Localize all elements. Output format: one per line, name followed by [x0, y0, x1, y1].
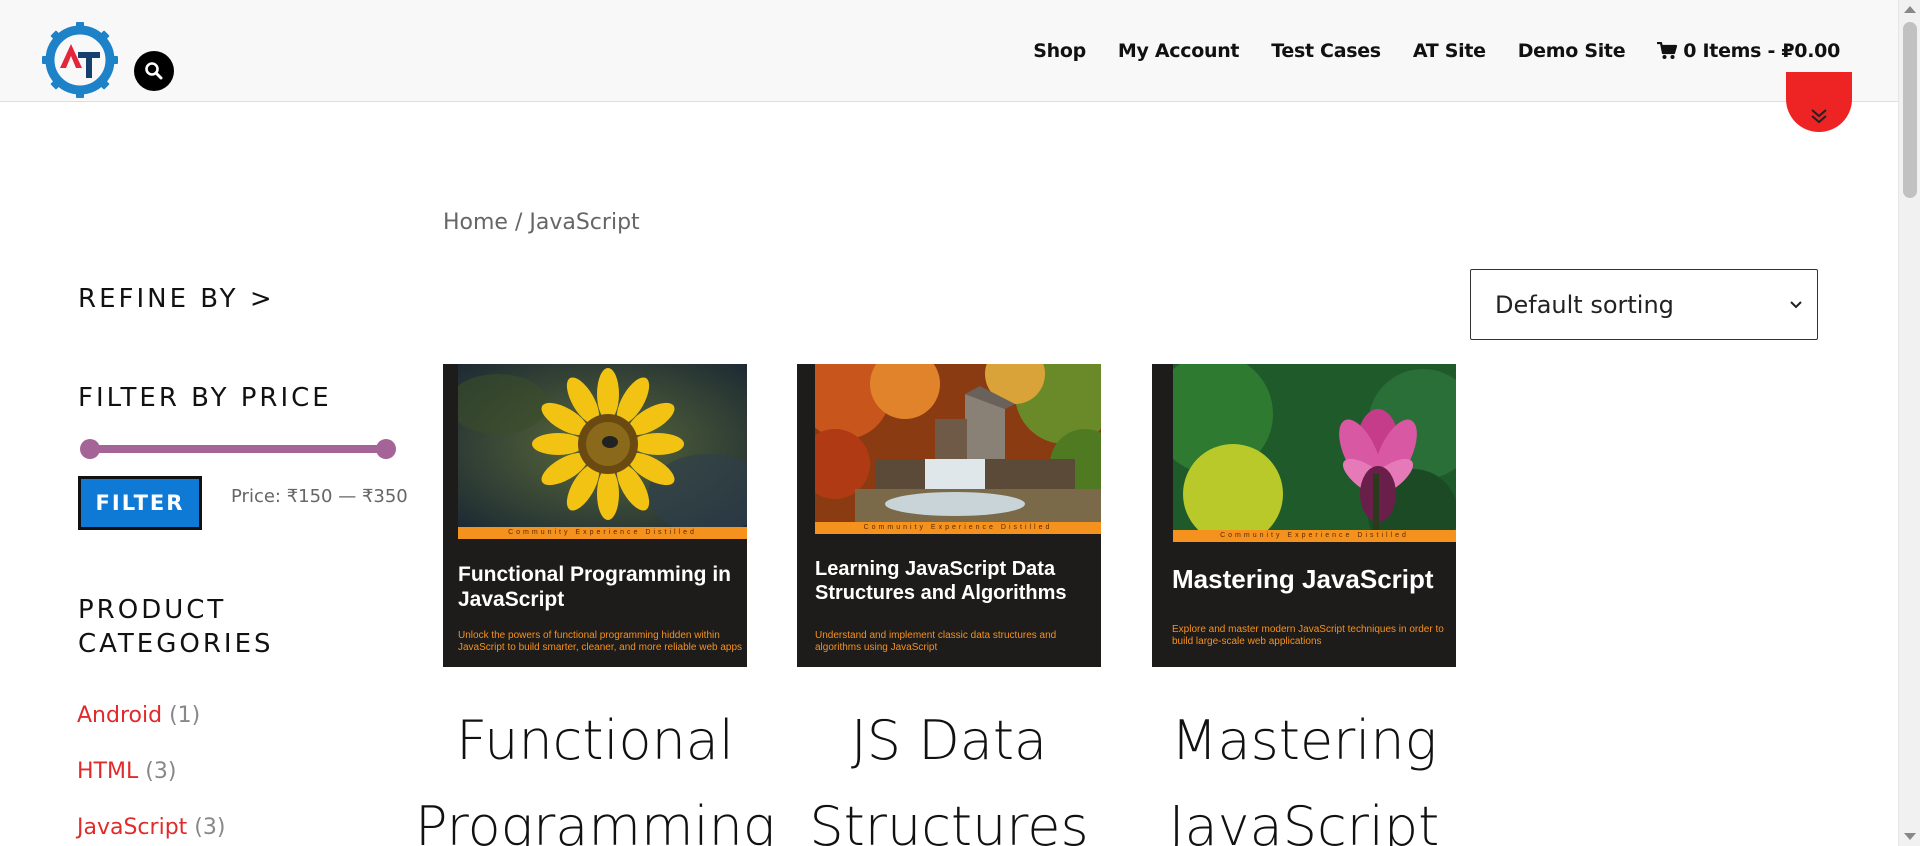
double-chevron-down-icon	[1811, 109, 1827, 124]
price-range-slider[interactable]	[80, 439, 396, 459]
product-title-line: JavaScript	[1168, 795, 1440, 846]
category-link[interactable]: Android	[77, 703, 162, 728]
product-title-line: Structures	[809, 795, 1089, 846]
sorting-selected-value: Default sorting	[1495, 290, 1674, 319]
nav-test-cases[interactable]: Test Cases	[1271, 40, 1381, 62]
filter-button[interactable]: FILTER	[78, 476, 202, 530]
breadcrumb: Home / JavaScript	[443, 210, 640, 235]
site-logo[interactable]	[42, 22, 118, 98]
waterfall-mill-image	[815, 364, 1101, 522]
price-slider-min-handle[interactable]	[80, 439, 100, 459]
product-title-js-data-structures[interactable]: JS Data Structures	[769, 698, 1129, 846]
lotus-image	[1173, 364, 1456, 530]
refine-by-heading[interactable]: REFINE BY >	[78, 284, 275, 314]
sorting-select[interactable]: Default sorting	[1470, 269, 1818, 340]
product-title-line: Programming	[415, 795, 776, 846]
category-link[interactable]: HTML	[77, 759, 138, 784]
category-item-html: HTML (3)	[77, 759, 176, 784]
logo-gear-icon	[42, 22, 118, 98]
page-scrollbar[interactable]	[1898, 0, 1920, 846]
cover-subtitle: Unlock the powers of functional programm…	[458, 630, 743, 653]
product-title-line: Mastering	[1170, 709, 1438, 772]
site-header: Shop My Account Test Cases AT Site Demo …	[0, 0, 1898, 102]
nav-demo-site[interactable]: Demo Site	[1518, 40, 1626, 62]
cover-band: Community Experience Distilled	[1173, 530, 1456, 542]
cover-title: Functional Programming in JavaScript	[458, 563, 732, 612]
scroll-thumb[interactable]	[1903, 22, 1917, 198]
product-title-mastering-javascript[interactable]: Mastering JavaScript	[1124, 698, 1484, 846]
category-item-android: Android (1)	[77, 703, 200, 728]
category-count: (3)	[194, 815, 226, 840]
product-title-line: JS Data	[850, 709, 1048, 772]
price-range-label: Price: ₹150 — ₹350	[231, 486, 408, 507]
nav-shop[interactable]: Shop	[1033, 40, 1086, 62]
cover-band: Community Experience Distilled	[815, 522, 1101, 534]
cover-subtitle: Explore and master modern JavaScript tec…	[1172, 624, 1444, 647]
scroll-down-arrow-icon[interactable]	[1904, 833, 1916, 840]
product-image-functional-programming[interactable]: Community Experience Distilled Functiona…	[443, 364, 747, 667]
nav-at-site[interactable]: AT Site	[1413, 40, 1486, 62]
product-title-line: Functional	[456, 709, 734, 772]
price-slider-max-handle[interactable]	[376, 439, 396, 459]
nav-cart[interactable]: 0 Items - ₽0.00	[1657, 40, 1840, 62]
product-categories-heading: PRODUCT CATEGORIES	[78, 595, 274, 659]
category-count: (3)	[145, 759, 177, 784]
cover-title: Mastering JavaScript	[1172, 564, 1434, 594]
cart-label: 0 Items - ₽0.00	[1683, 40, 1840, 62]
main-nav: Shop My Account Test Cases AT Site Demo …	[1001, 40, 1840, 62]
category-count: (1)	[169, 703, 201, 728]
filter-by-price-heading: FILTER BY PRICE	[78, 383, 332, 413]
scroll-down-button[interactable]	[1786, 72, 1852, 132]
category-item-javascript: JavaScript (3)	[77, 815, 225, 840]
search-icon	[145, 62, 163, 80]
cover-band: Community Experience Distilled	[458, 527, 747, 539]
search-button[interactable]	[134, 51, 174, 91]
cart-icon	[1657, 42, 1678, 59]
breadcrumb-home[interactable]: Home	[443, 210, 508, 235]
product-image-js-data-structures[interactable]: Community Experience Distilled Learning …	[797, 364, 1101, 667]
scroll-up-arrow-icon[interactable]	[1904, 6, 1916, 13]
breadcrumb-current: JavaScript	[529, 210, 640, 235]
cover-title: Learning JavaScript Data Structures and …	[815, 558, 1067, 604]
category-link[interactable]: JavaScript	[77, 815, 187, 840]
cover-subtitle: Understand and implement classic data st…	[815, 630, 1057, 653]
select-chevron-icon	[1790, 300, 1802, 308]
product-image-mastering-javascript[interactable]: Community Experience Distilled Mastering…	[1152, 364, 1456, 667]
breadcrumb-separator: /	[507, 210, 530, 235]
nav-my-account[interactable]: My Account	[1118, 40, 1240, 62]
product-title-functional-programming[interactable]: Functional Programming	[415, 698, 775, 846]
sunflower-image	[458, 364, 747, 527]
